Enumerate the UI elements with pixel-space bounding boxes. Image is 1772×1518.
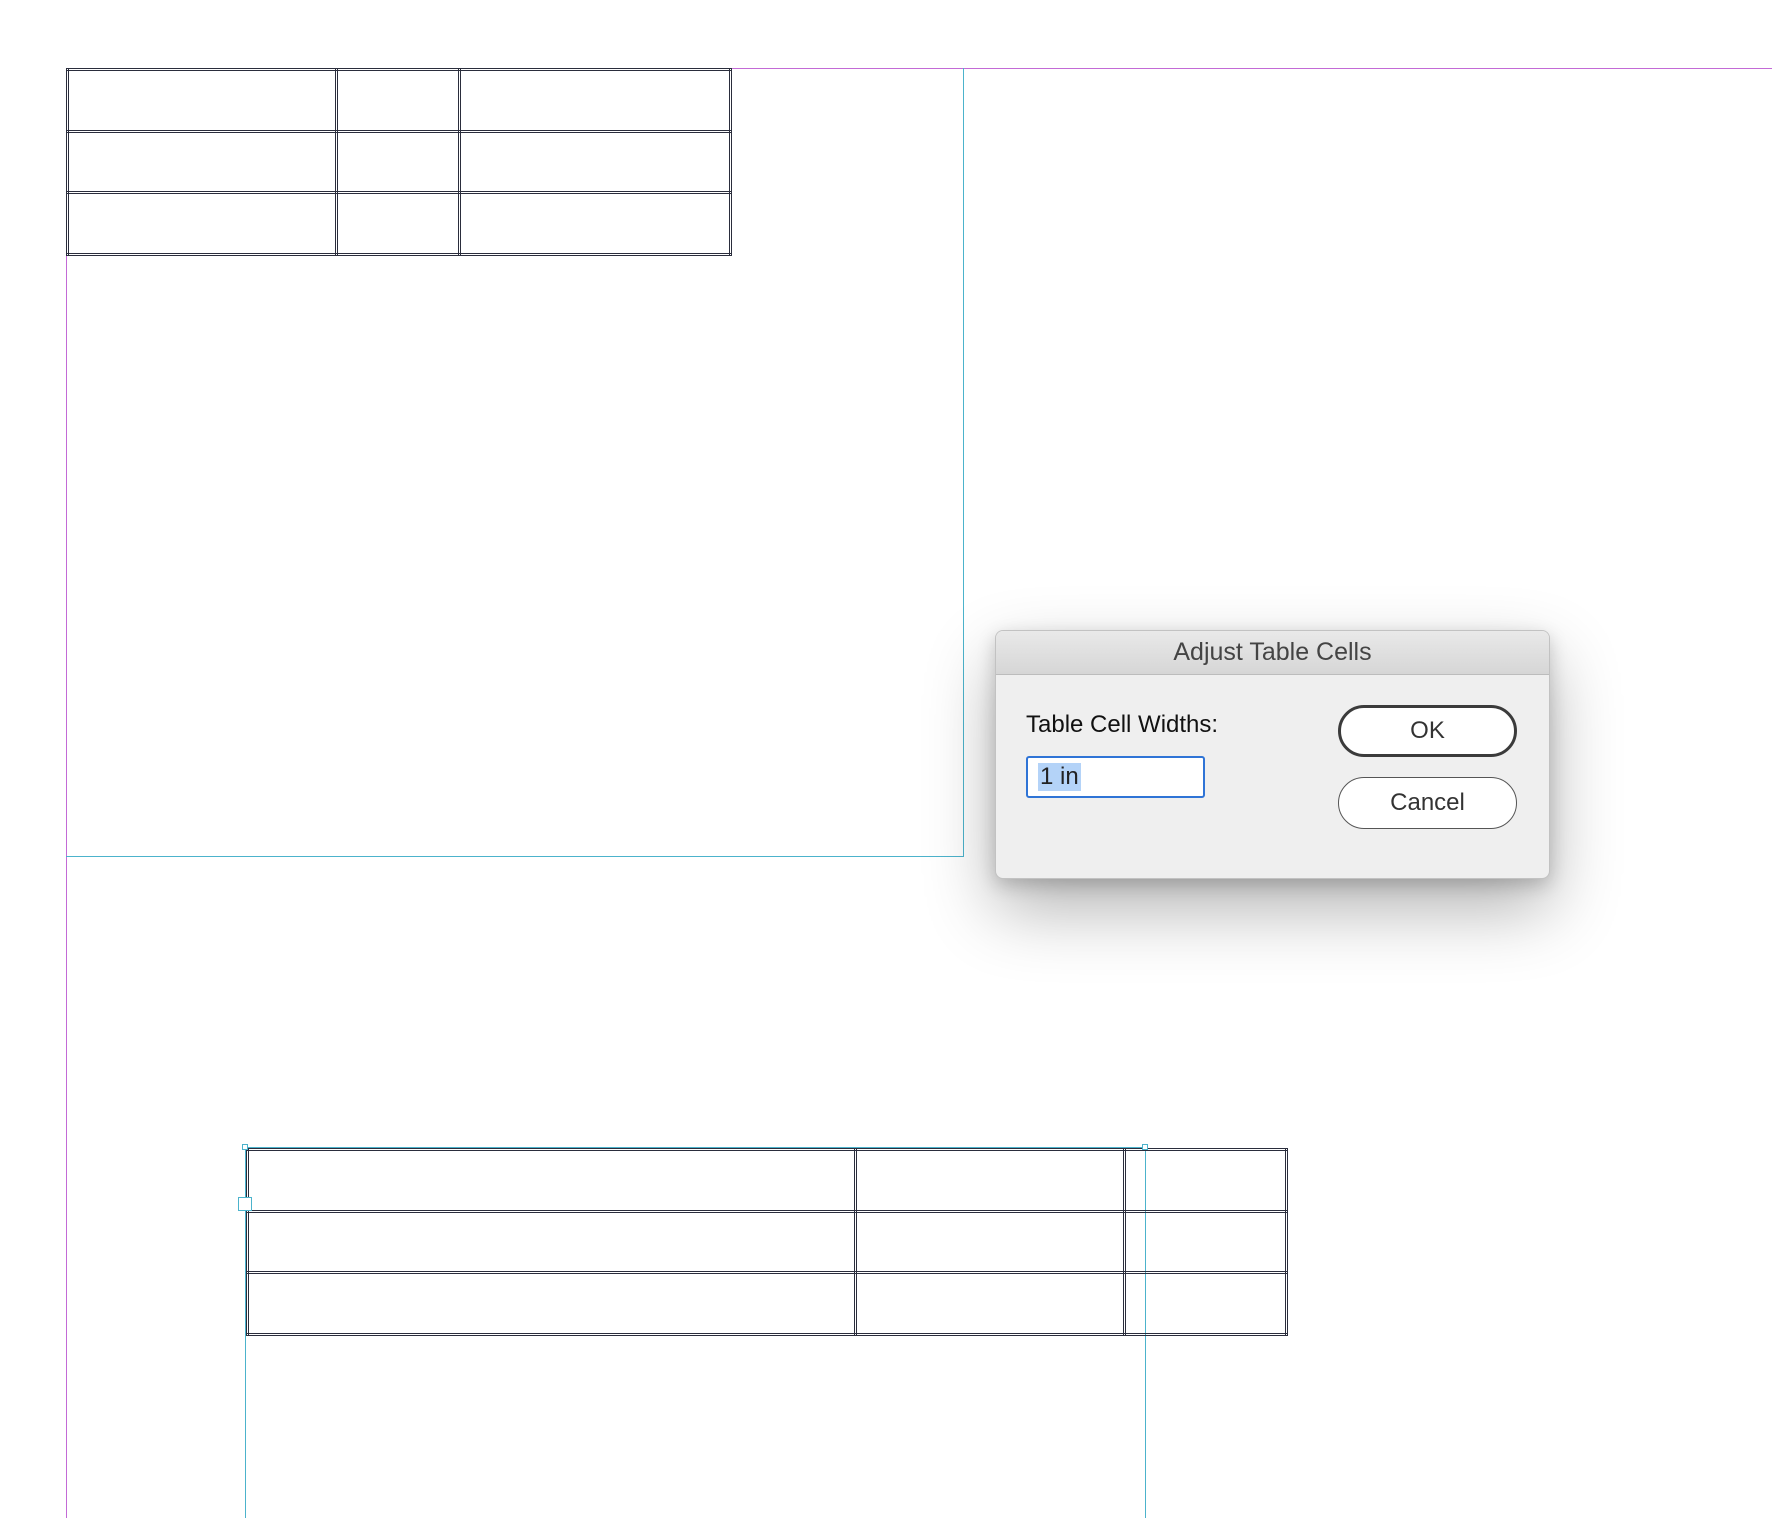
table-cell[interactable] [245, 1209, 858, 1275]
dialog-titlebar[interactable]: Adjust Table Cells [996, 631, 1549, 675]
table-row [245, 1209, 1288, 1275]
table-cell-widths-label: Table Cell Widths: [1026, 711, 1219, 738]
table-cell[interactable] [334, 129, 462, 195]
table-row [66, 129, 732, 195]
top-table[interactable] [66, 68, 732, 256]
frame-in-port-handle[interactable] [238, 1197, 252, 1211]
adjust-table-cells-dialog: Adjust Table Cells Table Cell Widths: 1 … [995, 630, 1550, 879]
table-cell[interactable] [1123, 1271, 1288, 1336]
table-cell[interactable] [854, 1148, 1127, 1213]
left-margin-guide [66, 68, 67, 1518]
table-cell-widths-input[interactable]: 1 in [1026, 756, 1205, 798]
dialog-title: Adjust Table Cells [1173, 638, 1372, 666]
table-cell[interactable] [66, 68, 338, 133]
frame-corner-handle-top-left[interactable] [242, 1144, 248, 1150]
table-row [245, 1271, 1288, 1336]
table-row [245, 1148, 1288, 1213]
table-cell[interactable] [334, 68, 462, 133]
table-cell[interactable] [458, 68, 732, 133]
table-row [66, 191, 732, 256]
cancel-button[interactable]: Cancel [1338, 777, 1517, 829]
bottom-table[interactable] [245, 1148, 1288, 1336]
table-cell[interactable] [854, 1271, 1127, 1336]
table-cell[interactable] [854, 1209, 1127, 1275]
frame-corner-handle-top-right[interactable] [1142, 1144, 1148, 1150]
table-cell[interactable] [458, 191, 732, 256]
ok-button[interactable]: OK [1338, 705, 1517, 757]
input-selected-text: 1 in [1038, 763, 1081, 791]
top-frame-bottom-edge [66, 856, 964, 857]
table-cell[interactable] [458, 129, 732, 195]
table-cell[interactable] [334, 191, 462, 256]
table-row [66, 68, 732, 133]
table-cell[interactable] [66, 191, 338, 256]
table-cell[interactable] [245, 1148, 858, 1213]
top-frame-right-edge [963, 68, 964, 857]
table-cell[interactable] [66, 129, 338, 195]
table-cell[interactable] [1123, 1209, 1288, 1275]
table-cell[interactable] [245, 1271, 858, 1336]
document-canvas[interactable]: Adjust Table Cells Table Cell Widths: 1 … [0, 0, 1772, 1518]
table-cell[interactable] [1123, 1148, 1288, 1213]
